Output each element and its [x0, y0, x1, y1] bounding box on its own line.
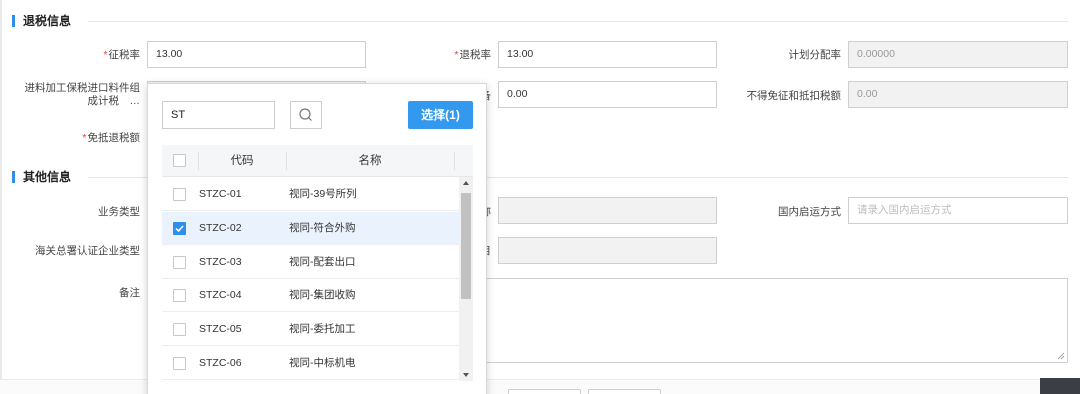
row-name: 视同-中标机电 — [289, 357, 356, 369]
name-input — [498, 197, 717, 224]
plan-alloc-label: 计划分配率 — [788, 49, 842, 61]
scroll-down-arrow-icon[interactable] — [463, 373, 469, 377]
dropdown-table: 代码 名称 STZC-01 视同-39号所列 STZC-02 视同-符合外购 S… — [162, 145, 473, 381]
table-row[interactable]: STZC-06 视同-中标机电 — [162, 347, 459, 380]
row-code: STZC-01 — [199, 188, 242, 200]
dropdown-search-button[interactable] — [290, 101, 322, 129]
row-checkbox[interactable] — [173, 357, 186, 370]
customs-cert-label: 海关总署认证企业类型 — [35, 245, 140, 257]
section-divider — [88, 21, 1068, 22]
scrollbar-thumb[interactable] — [461, 193, 471, 299]
section-title-tax-refund: 退税信息 — [12, 15, 71, 27]
row-checkbox[interactable] — [173, 188, 186, 201]
resize-handle-icon[interactable] — [1057, 352, 1065, 360]
row-name: 视同-集团收购 — [289, 289, 356, 301]
col-header-name: 名称 — [358, 155, 382, 167]
row-checkbox[interactable] — [173, 256, 186, 269]
plan-alloc-input: 0.00000 — [848, 41, 1068, 68]
partial-field-input[interactable]: 0.00 — [498, 81, 717, 108]
bonded-import-label: 进料加工保税进口料件组 成计税 … — [20, 82, 141, 108]
search-icon — [299, 108, 312, 121]
header-separator — [454, 152, 455, 170]
col-header-code: 代码 — [230, 155, 254, 167]
floating-corner-widget[interactable] — [1040, 378, 1080, 394]
non-exempt-label: 不得免征和抵扣税额 — [746, 90, 842, 102]
table-row[interactable]: STZC-02 视同-符合外购 — [162, 212, 459, 245]
levy-rate-input[interactable]: 13.00 — [147, 41, 366, 68]
row-code: STZC-06 — [199, 357, 242, 369]
row-checkbox-checked[interactable] — [173, 222, 186, 235]
business-type-label: 业务类型 — [98, 206, 140, 218]
dropdown-select-button[interactable]: 选择(1) — [408, 101, 473, 129]
bonded-import-label-line2: 成计税 … — [87, 95, 141, 107]
non-exempt-input: 0.00 — [848, 81, 1068, 108]
table-row[interactable]: STZC-03 视同-配套出口 — [162, 246, 459, 279]
dropdown-scrollbar[interactable] — [459, 177, 473, 381]
levy-rate-label: *征税率 — [103, 49, 140, 61]
code-picker-dropdown: ST 选择(1) 代码 名称 STZC-01 视同-39号所列 STZC-02 … — [147, 83, 487, 394]
remark-label: 备注 — [119, 287, 140, 299]
scroll-up-arrow-icon[interactable] — [463, 181, 469, 185]
bonded-import-label-line1: 进料加工保税进口料件组 — [24, 82, 141, 94]
table-row[interactable]: STZC-04 视同-集团收购 — [162, 279, 459, 312]
row-code: STZC-05 — [199, 323, 242, 335]
refund-rate-label: *退税率 — [454, 49, 491, 61]
table-row[interactable]: STZC-01 视同-39号所列 — [162, 178, 459, 211]
row-code: STZC-03 — [199, 256, 242, 268]
left-edge — [0, 0, 2, 394]
exempt-offset-label: *免抵退税额 — [82, 132, 140, 144]
row-code: STZC-04 — [199, 289, 242, 301]
dropdown-search-input[interactable]: ST — [162, 101, 275, 129]
footer-button[interactable] — [508, 389, 581, 394]
row-code: STZC-02 — [199, 222, 242, 234]
row-name: 视同-符合外购 — [289, 222, 356, 234]
row-name: 视同-委托加工 — [289, 323, 356, 335]
domestic-transport-label: 国内启运方式 — [778, 206, 841, 218]
table-row[interactable]: STZC-05 视同-委托加工 — [162, 313, 459, 346]
section-title-other: 其他信息 — [12, 171, 71, 183]
row-checkbox[interactable] — [173, 289, 186, 302]
row-checkbox[interactable] — [173, 323, 186, 336]
select-all-checkbox[interactable] — [173, 154, 186, 167]
month-input — [498, 237, 717, 264]
dropdown-table-header: 代码 名称 — [162, 145, 473, 177]
refund-rate-input[interactable]: 13.00 — [498, 41, 717, 68]
domestic-transport-input[interactable]: 请录入国内启运方式 — [848, 197, 1068, 224]
row-name: 视同-配套出口 — [289, 256, 356, 268]
footer-button[interactable] — [588, 389, 661, 394]
row-name: 视同-39号所列 — [289, 188, 357, 200]
checkmark-icon — [175, 225, 184, 233]
